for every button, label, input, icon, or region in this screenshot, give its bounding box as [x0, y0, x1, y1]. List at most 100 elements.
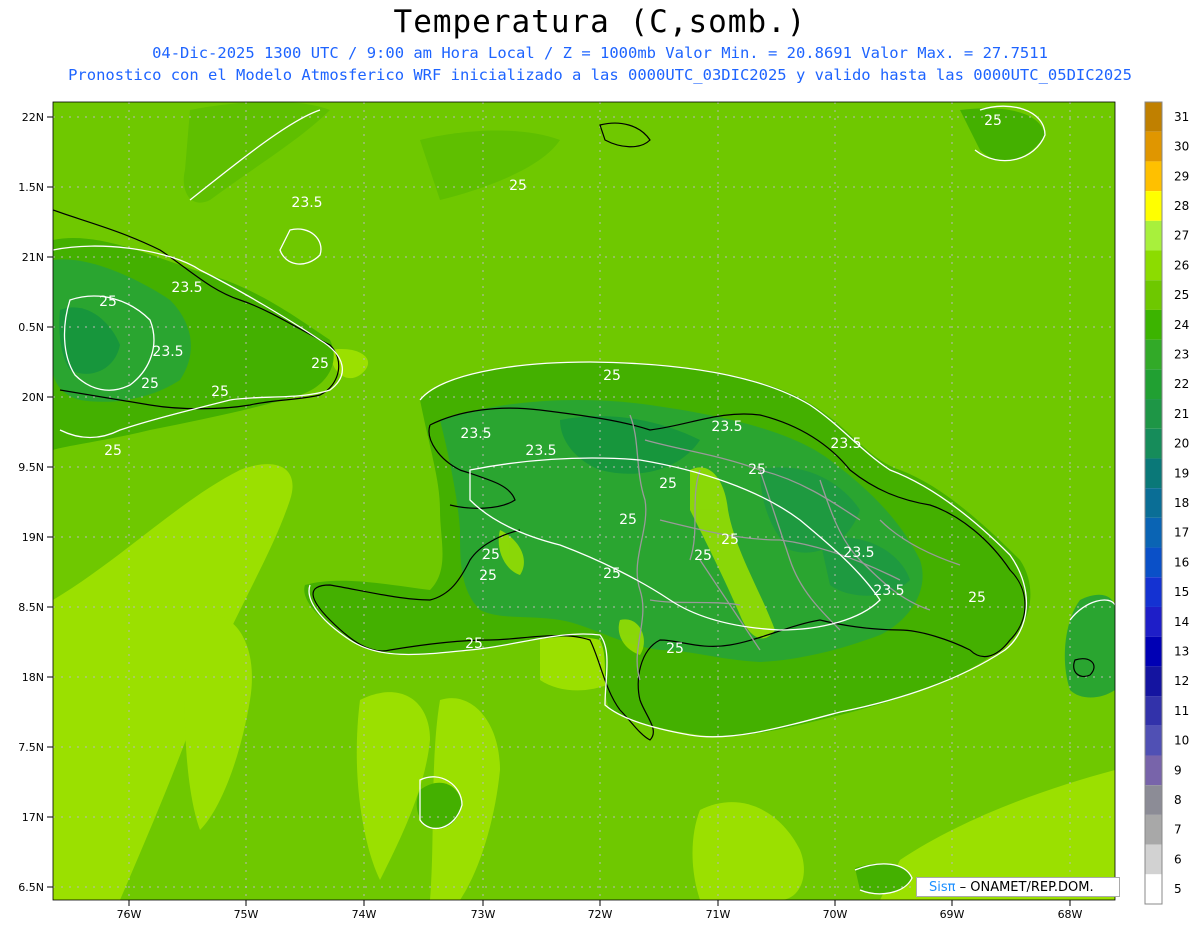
lat-label: 22N — [22, 111, 44, 124]
colorbar-label: 30 — [1174, 140, 1189, 154]
lat-label: 21N — [22, 251, 44, 264]
colorbar-label: 25 — [1174, 288, 1189, 302]
contour-label: 25 — [465, 636, 483, 652]
latitude-axis: 22N 1.5N 21N 0.5N 20N 9.5N 19N 8.5N 18N 7.5N 17N 6.… — [18, 111, 53, 894]
colorbar-swatch — [1145, 785, 1162, 815]
colorbar-label: 24 — [1174, 318, 1189, 332]
contour-label: 25 — [748, 462, 766, 478]
colorbar-label: 7 — [1174, 823, 1182, 837]
lon-label: 69W — [940, 908, 965, 921]
colorbar-label: 15 — [1174, 585, 1189, 599]
lat-label: 1.5N — [18, 181, 44, 194]
lat-label: 9.5N — [18, 461, 44, 474]
colorbar-swatch — [1145, 309, 1162, 340]
contour-label: 25 — [211, 384, 229, 400]
contour-label: 25 — [509, 178, 527, 194]
lat-label: 18N — [22, 671, 44, 684]
colorbar-swatch — [1145, 131, 1162, 162]
lon-label: 68W — [1058, 908, 1083, 921]
contour-label: 25 — [968, 590, 986, 606]
colorbar-swatch — [1145, 517, 1162, 548]
contour-label: 25 — [479, 568, 497, 584]
colorbar-label: 27 — [1174, 229, 1189, 243]
lat-label: 0.5N — [18, 321, 44, 334]
lon-label: 70W — [823, 908, 848, 921]
colorbar-label: 18 — [1174, 496, 1189, 510]
colorbar-label: 13 — [1174, 645, 1189, 659]
colorbar-swatch — [1145, 666, 1162, 697]
lon-label: 71W — [706, 908, 731, 921]
colorbar-swatch — [1145, 725, 1162, 756]
lat-label: 7.5N — [18, 741, 44, 754]
contour-label: 25 — [721, 532, 739, 548]
lat-label: 17N — [22, 811, 44, 824]
colorbar-swatch — [1145, 755, 1162, 786]
colorbar-swatch — [1145, 577, 1162, 607]
contour-label: 23.5 — [843, 545, 874, 561]
contour-label: 23.5 — [291, 195, 322, 211]
colorbar-swatch — [1145, 874, 1162, 904]
colorbar-swatch — [1145, 250, 1162, 281]
colorbar-swatch — [1145, 102, 1162, 132]
lat-label: 6.5N — [18, 881, 44, 894]
colorbar-label: 22 — [1174, 377, 1189, 391]
contour-label: 25 — [694, 548, 712, 564]
colorbar-label: 31 — [1174, 110, 1189, 124]
temperature-colorbar: 31 30 29 28 27 26 25 24 23 22 21 20 19 18 17 16 15 14 13 12… — [1144, 101, 1189, 905]
sispi-logo: Sisπ — [929, 880, 956, 895]
colorbar-label: 8 — [1174, 793, 1182, 807]
colorbar-label: 23 — [1174, 347, 1189, 361]
contour-label: 25 — [104, 443, 122, 459]
contour-label: 25 — [659, 476, 677, 492]
lon-label: 73W — [471, 908, 496, 921]
colorbar-swatch — [1145, 547, 1162, 578]
contour-label: 25 — [984, 113, 1002, 129]
colorbar-label: 29 — [1174, 169, 1189, 183]
contour-label: 25 — [311, 356, 329, 372]
colorbar-swatch — [1145, 399, 1162, 429]
colorbar-swatch — [1145, 161, 1162, 192]
map-field: 25 25 23.5 25 23.5 23.5 25 25 25 25 25 23.5 23.5 23.5… — [53, 102, 1115, 900]
lat-label: 20N — [22, 391, 44, 404]
colorbar-swatch — [1145, 428, 1162, 459]
colorbar-swatch — [1145, 191, 1162, 221]
colorbar-swatch — [1145, 280, 1162, 310]
colorbar-label: 17 — [1174, 526, 1189, 540]
contour-label: 25 — [482, 547, 500, 563]
contour-label: 23.5 — [171, 280, 202, 296]
contour-label: 23.5 — [711, 419, 742, 435]
lat-label: 19N — [22, 531, 44, 544]
colorbar-label: 16 — [1174, 555, 1189, 569]
lat-label: 8.5N — [18, 601, 44, 614]
colorbar-label: 14 — [1174, 615, 1189, 629]
contour-label: 25 — [603, 566, 621, 582]
colorbar-label: 28 — [1174, 199, 1189, 213]
lon-label: 75W — [234, 908, 259, 921]
contour-label: 23.5 — [873, 583, 904, 599]
colorbar-swatch — [1145, 636, 1162, 667]
contour-label: 23.5 — [525, 443, 556, 459]
contour-label: 25 — [666, 641, 684, 657]
contour-label: 25 — [603, 368, 621, 384]
contour-label: 23.5 — [152, 344, 183, 360]
colorbar-swatch — [1145, 844, 1162, 875]
contour-label: 25 — [619, 512, 637, 528]
colorbar-label: 12 — [1174, 674, 1189, 688]
colorbar-swatch — [1145, 458, 1162, 489]
credit-box: Sisπ – ONAMET/REP.DOM. — [916, 877, 1120, 897]
contour-label: 25 — [141, 376, 159, 392]
colorbar-label: 20 — [1174, 437, 1189, 451]
colorbar-swatch — [1145, 369, 1162, 400]
temperature-map: 25 25 23.5 25 23.5 23.5 25 25 25 25 25 23.5 23.5 23.5… — [18, 101, 1189, 921]
contour-label: 23.5 — [460, 426, 491, 442]
contour-label: 25 — [99, 294, 117, 310]
colorbar-swatch — [1145, 220, 1162, 251]
colorbar-label: 6 — [1174, 852, 1182, 866]
colorbar-swatch — [1145, 606, 1162, 637]
colorbar-label: 5 — [1174, 882, 1182, 896]
longitude-axis: 76W 75W 74W 73W 72W 71W 70W 69W 68W — [117, 900, 1083, 921]
colorbar-label: 21 — [1174, 407, 1189, 421]
colorbar-label: 9 — [1174, 763, 1182, 777]
lon-label: 76W — [117, 908, 142, 921]
lon-label: 72W — [588, 908, 613, 921]
